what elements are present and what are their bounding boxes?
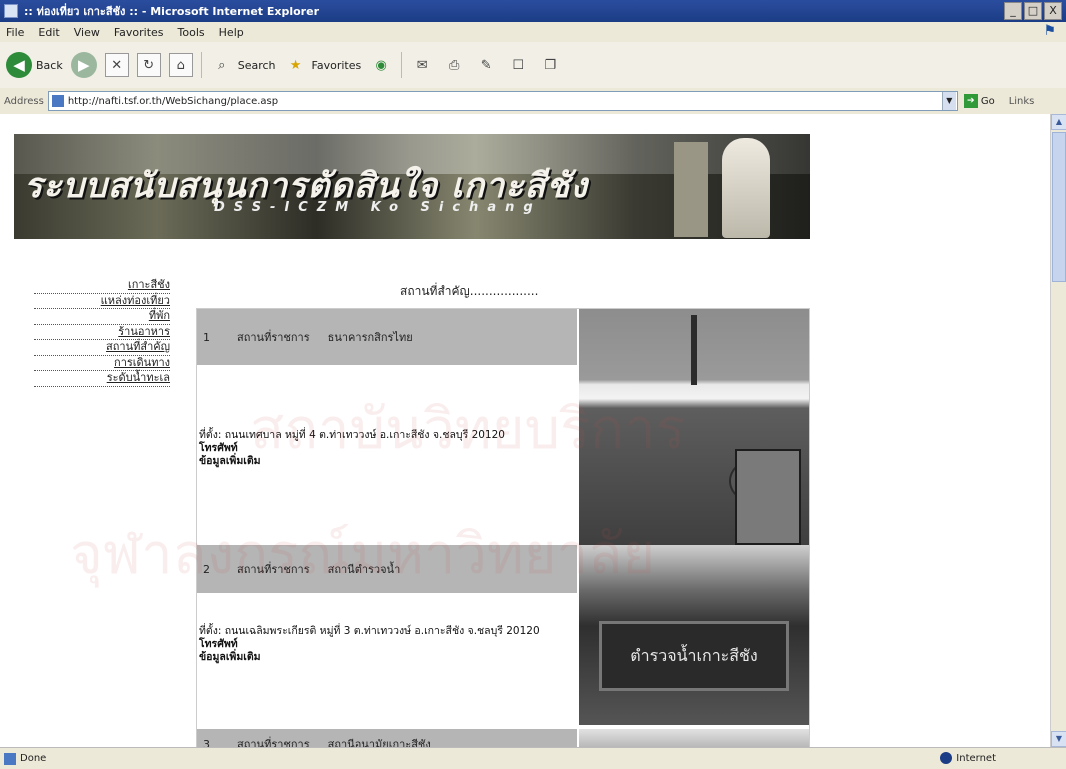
place-header: 3 สถานที่ราชการ สถานีอนามัยเกาะสีชัง	[197, 729, 577, 747]
place-name: ธนาคารกสิกรไทย	[327, 331, 413, 344]
nav-item-sea-level[interactable]: ระดับน้ำทะเล	[34, 371, 170, 387]
atm-inset-image	[735, 449, 801, 545]
status-bar: Done Internet	[0, 747, 1066, 769]
menu-tools[interactable]: Tools	[178, 26, 205, 39]
back-label: Back	[36, 58, 63, 72]
back-arrow-icon: ◀	[6, 52, 32, 78]
place-phone-label: โทรศัพท์	[199, 442, 238, 454]
menu-file[interactable]: File	[6, 26, 24, 39]
home-icon[interactable]: ⌂	[168, 53, 193, 77]
place-details: ที่ตั้ง: ถนนเทศบาล หมู่ที่ 4 ต.ท่าเทววงษ…	[197, 429, 577, 529]
back-button[interactable]: ◀ Back	[6, 52, 63, 78]
place-number: 2	[203, 562, 210, 576]
edit-icon[interactable]: ✎	[474, 53, 498, 77]
place-more-link[interactable]: ข้อมูลเพิ่มเติม	[199, 651, 577, 664]
window-controls: _ □ X	[1004, 2, 1062, 20]
place-category: สถานที่ราชการ	[237, 738, 310, 747]
place-photo	[579, 729, 809, 747]
go-label: Go	[980, 95, 995, 107]
place-header: 2 สถานที่ราชการ สถานีตำรวจน้ำ	[197, 545, 577, 593]
page-icon	[51, 95, 64, 107]
place-address: ที่ตั้ง: ถนนเฉลิมพระเกียรติ หมู่ที่ 3 ต.…	[199, 625, 540, 637]
ie-app-icon	[4, 4, 18, 18]
menu-favorites[interactable]: Favorites	[114, 26, 164, 39]
star-icon: ★	[289, 57, 302, 73]
discuss-icon[interactable]: ☐	[506, 53, 530, 77]
nav-item-important-places[interactable]: สถานที่สำคัญ	[34, 340, 170, 356]
menu-help[interactable]: Help	[219, 26, 244, 39]
maximize-button[interactable]: □	[1024, 2, 1042, 20]
section-title: สถานที่สำคัญ..................	[400, 284, 539, 298]
banner-statue-image	[722, 138, 770, 238]
place-category: สถานที่ราชการ	[237, 331, 310, 344]
stop-icon[interactable]: ✕	[104, 53, 129, 77]
globe-icon	[940, 752, 953, 764]
flagpole-image	[691, 315, 697, 385]
nav-item-ko-sichang[interactable]: เกาะสีชัง	[34, 278, 170, 294]
place-photo	[579, 309, 809, 545]
scroll-down-icon[interactable]: ▼	[1051, 731, 1066, 747]
banner-tower-image	[674, 142, 708, 237]
windows-logo-icon: ⚑	[1043, 23, 1056, 39]
search-label: Search	[237, 58, 276, 72]
refresh-icon[interactable]: ↻	[136, 53, 161, 77]
address-dropdown-icon[interactable]: ▼	[941, 92, 956, 110]
places-table: 1 สถานที่ราชการ ธนาคารกสิกรไทย ที่ตั้ง: …	[196, 308, 810, 747]
vertical-scrollbar[interactable]: ▲ ▼	[1050, 114, 1066, 747]
place-photo: ตำรวจน้ำเกาะสีชัง	[579, 545, 809, 725]
favorites-label: Favorites	[311, 58, 362, 72]
go-arrow-icon: ➔	[963, 94, 978, 108]
place-phone-label: โทรศัพท์	[199, 638, 238, 650]
links-button[interactable]: Links	[1009, 96, 1035, 107]
minimize-button[interactable]: _	[1004, 2, 1022, 20]
place-number: 3	[203, 737, 210, 748]
window-title: :: ท่องเที่ยว เกาะสีชัง :: - Microsoft I…	[24, 5, 319, 18]
place-name: สถานีตำรวจน้ำ	[327, 563, 401, 576]
favorites-button[interactable]: ★ Favorites	[284, 53, 362, 77]
place-more-link[interactable]: ข้อมูลเพิ่มเติม	[199, 455, 577, 468]
zone-label: Internet	[956, 752, 996, 764]
window-titlebar: :: ท่องเที่ยว เกาะสีชัง :: - Microsoft I…	[0, 0, 1066, 22]
mail-icon[interactable]: ✉	[410, 53, 434, 77]
place-header: 1 สถานที่ราชการ ธนาคารกสิกรไทย	[197, 309, 577, 365]
scroll-up-icon[interactable]: ▲	[1051, 114, 1066, 130]
toolbar-separator	[401, 52, 403, 78]
place-number: 1	[203, 330, 210, 344]
page-done-icon	[4, 752, 16, 765]
nav-item-accommodation[interactable]: ที่พัก	[34, 309, 170, 325]
nav-item-restaurants[interactable]: ร้านอาหาร	[34, 325, 170, 340]
place-address: ที่ตั้ง: ถนนเทศบาล หมู่ที่ 4 ต.ท่าเทววงษ…	[199, 429, 505, 441]
status-text: Done	[20, 753, 47, 764]
scroll-thumb[interactable]	[1052, 132, 1066, 282]
police-sign: ตำรวจน้ำเกาะสีชัง	[599, 621, 789, 691]
nav-item-travel[interactable]: การเดินทาง	[34, 356, 170, 371]
forward-arrow-icon: ▶	[70, 52, 97, 78]
go-button[interactable]: ➔ Go	[963, 94, 995, 108]
address-bar: Address http://nafti.tsf.or.th/WebSichan…	[0, 88, 1066, 114]
place-details: ที่ตั้ง: ถนนเฉลิมพระเกียรติ หมู่ที่ 3 ต.…	[197, 625, 577, 725]
left-nav: เกาะสีชัง แหล่งท่องเที่ยว ที่พัก ร้านอาห…	[34, 278, 170, 387]
forward-button[interactable]: ▶	[70, 52, 97, 78]
close-button[interactable]: X	[1044, 2, 1062, 20]
banner-subtitle: DSS-ICZM Ko Sichang	[214, 200, 542, 215]
menu-view[interactable]: View	[74, 26, 100, 39]
address-label: Address	[4, 95, 44, 107]
media-icon[interactable]: ◉	[369, 53, 393, 77]
security-zone: Internet	[940, 752, 996, 764]
print-icon[interactable]: ⎙	[442, 53, 466, 77]
address-url: http://nafti.tsf.or.th/WebSichang/place.…	[67, 95, 279, 107]
address-input[interactable]: http://nafti.tsf.or.th/WebSichang/place.…	[47, 91, 958, 111]
search-icon: ⌕	[218, 57, 226, 73]
menu-bar: File Edit View Favorites Tools Help ⚑	[0, 22, 1066, 42]
messenger-icon[interactable]: ❐	[538, 53, 562, 77]
place-category: สถานที่ราชการ	[237, 563, 310, 576]
menu-edit[interactable]: Edit	[38, 26, 59, 39]
standard-toolbar: ◀ Back ▶ ✕ ↻ ⌂ ⌕ Search ★ Favorites ◉ ✉ …	[0, 42, 1066, 88]
place-name: สถานีอนามัยเกาะสีชัง	[327, 738, 431, 747]
toolbar-separator	[200, 52, 202, 78]
site-banner: ระบบสนับสนุนการตัดสินใจ เกาะสีชัง DSS-IC…	[14, 134, 810, 239]
page-viewport: ระบบสนับสนุนการตัดสินใจ เกาะสีชัง DSS-IC…	[0, 114, 1050, 747]
nav-item-attractions[interactable]: แหล่งท่องเที่ยว	[34, 294, 170, 309]
search-button[interactable]: ⌕ Search	[210, 53, 276, 77]
